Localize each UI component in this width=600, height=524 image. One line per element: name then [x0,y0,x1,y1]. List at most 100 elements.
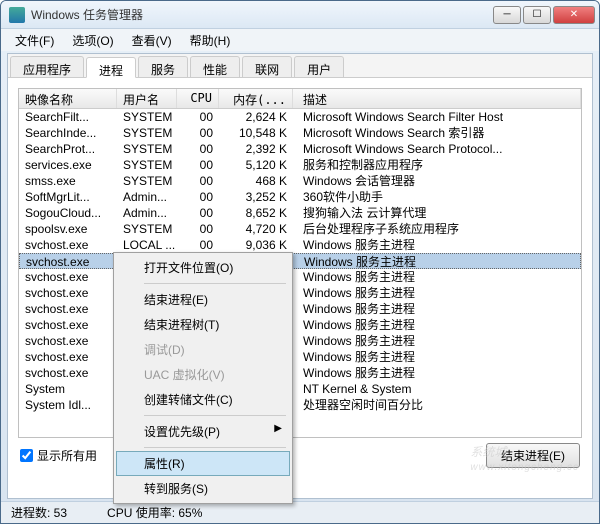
context-menu: 打开文件位置(O)结束进程(E)结束进程树(T)调试(D)UAC 虚拟化(V)创… [113,252,293,504]
cell-name: services.exe [19,157,117,173]
app-icon [9,7,25,23]
table-row[interactable]: svchost.exeWindows 服务主进程 [19,333,581,349]
table-row[interactable]: svchost.exe Windows 服务主进程 [19,349,581,365]
cell-desc: Windows 服务主进程 [293,237,581,253]
cell-desc: Windows 服务主进程 [293,269,581,285]
cell-name: SearchInde... [19,125,117,141]
cell-mem: 468 K [219,173,293,189]
col-cpu[interactable]: CPU [177,89,219,108]
cell-desc: Microsoft Windows Search 索引器 [293,125,581,141]
table-row[interactable]: svchost.exe Windows 服务主进程 [19,317,581,333]
cell-cpu: 00 [177,237,219,253]
cell-desc: Windows 服务主进程 [293,301,581,317]
menu-help[interactable]: 帮助(H) [182,30,239,51]
ctx-item-3[interactable]: 结束进程树(T) [116,312,290,337]
table-row[interactable]: svchost.exeSYSTEM00Windows 服务主进程 [19,253,581,269]
cell-desc: 处理器空闲时间百分比 [293,397,581,413]
cell-user: LOCAL ... [117,237,177,253]
ctx-item-0[interactable]: 打开文件位置(O) [116,255,290,280]
table-row[interactable]: svchost.exe Windows 服务主进程 [19,269,581,285]
cell-name: svchost.exe [19,237,117,253]
table-row[interactable]: svchost.exe Windows 服务主进程 [19,285,581,301]
cell-mem: 10,548 K [219,125,293,141]
show-all-users-input[interactable] [20,449,33,462]
tab-1[interactable]: 进程 [86,57,136,78]
task-manager-window: Windows 任务管理器 ─ ☐ ✕ 文件(F) 选项(O) 查看(V) 帮助… [0,0,600,524]
cell-name: svchost.exe [20,254,118,268]
cell-name: System Idl... [19,397,117,413]
tab-5[interactable]: 用户 [294,56,344,77]
table-row[interactable]: svchost.exeWindows 服务主进程 [19,301,581,317]
cell-cpu: 00 [177,125,219,141]
titlebar[interactable]: Windows 任务管理器 ─ ☐ ✕ [1,1,599,29]
cell-user: SYSTEM [117,141,177,157]
cell-desc: NT Kernel & System [293,381,581,397]
table-row[interactable]: System NT Kernel & System [19,381,581,397]
close-button[interactable]: ✕ [553,6,595,24]
cell-name: SoftMgrLit... [19,189,117,205]
table-row[interactable]: spoolsv.exeSYSTEM004,720 K后台处理程序子系统应用程序 [19,221,581,237]
col-memory[interactable]: 内存(... [219,89,293,108]
menu-options[interactable]: 选项(O) [64,30,121,51]
table-row[interactable]: SearchInde...SYSTEM0010,548 KMicrosoft W… [19,125,581,141]
ctx-item-8[interactable]: 设置优先级(P)▶ [116,419,290,444]
cell-name: svchost.exe [19,349,117,365]
cell-user: SYSTEM [117,109,177,125]
cell-desc: Windows 服务主进程 [293,285,581,301]
minimize-button[interactable]: ─ [493,6,521,24]
table-row[interactable]: SoftMgrLit...Admin...003,252 K360软件小助手 [19,189,581,205]
table-row[interactable]: SearchProt...SYSTEM002,392 KMicrosoft Wi… [19,141,581,157]
maximize-button[interactable]: ☐ [523,6,551,24]
end-process-button[interactable]: 结束进程(E) [486,443,580,468]
table-row[interactable]: System Idl... 处理器空闲时间百分比 [19,397,581,413]
col-image-name[interactable]: 映像名称 [19,89,117,108]
tab-4[interactable]: 联网 [242,56,292,77]
menu-view[interactable]: 查看(V) [124,30,180,51]
cell-cpu: 00 [177,141,219,157]
ctx-item-6[interactable]: 创建转储文件(C) [116,387,290,412]
tab-2[interactable]: 服务 [138,56,188,77]
cell-desc: Windows 服务主进程 [293,365,581,381]
col-description[interactable]: 描述 [293,89,581,108]
cell-cpu: 00 [177,109,219,125]
cell-cpu: 00 [177,221,219,237]
ctx-separator [144,415,286,416]
cell-desc: Windows 服务主进程 [293,349,581,365]
table-row[interactable]: svchost.exeLOCAL ...009,036 KWindows 服务主… [19,237,581,253]
table-row[interactable]: SogouCloud...Admin...008,652 K搜狗输入法 云计算代… [19,205,581,221]
cell-name: SearchProt... [19,141,117,157]
tab-0[interactable]: 应用程序 [10,56,84,77]
menubar: 文件(F) 选项(O) 查看(V) 帮助(H) [1,29,599,51]
table-header: 映像名称 用户名 CPU 内存(... 描述 [19,89,581,109]
table-row[interactable]: smss.exeSYSTEM00468 KWindows 会话管理器 [19,173,581,189]
cell-name: smss.exe [19,173,117,189]
cell-name: svchost.exe [19,285,117,301]
table-row[interactable]: SearchFilt...SYSTEM002,624 KMicrosoft Wi… [19,109,581,125]
tab-3[interactable]: 性能 [190,56,240,77]
ctx-item-11[interactable]: 转到服务(S) [116,476,290,501]
process-table: 映像名称 用户名 CPU 内存(... 描述 SearchFilt...SYST… [18,88,582,438]
cell-user: Admin... [117,189,177,205]
ctx-separator [144,283,286,284]
show-all-users-checkbox[interactable]: 显示所有用 [20,447,97,464]
col-user[interactable]: 用户名 [117,89,177,108]
cell-desc: Microsoft Windows Search Filter Host [293,109,581,125]
table-row[interactable]: svchost.exeWindows 服务主进程 [19,365,581,381]
cell-mem: 2,624 K [219,109,293,125]
cell-mem: 9,036 K [219,237,293,253]
cell-desc: Windows 服务主进程 [293,317,581,333]
cell-user: Admin... [117,205,177,221]
cell-name: svchost.exe [19,269,117,285]
menu-file[interactable]: 文件(F) [7,30,62,51]
cell-cpu: 00 [177,173,219,189]
table-row[interactable]: services.exeSYSTEM005,120 K服务和控制器应用程序 [19,157,581,173]
ctx-item-2[interactable]: 结束进程(E) [116,287,290,312]
cell-desc: 服务和控制器应用程序 [293,157,581,173]
cell-mem: 8,652 K [219,205,293,221]
cell-name: System [19,381,117,397]
cell-desc: Windows 服务主进程 [294,254,580,268]
cell-user: SYSTEM [117,221,177,237]
ctx-item-10[interactable]: 属性(R) [116,451,290,476]
cell-name: svchost.exe [19,317,117,333]
cell-name: SearchFilt... [19,109,117,125]
